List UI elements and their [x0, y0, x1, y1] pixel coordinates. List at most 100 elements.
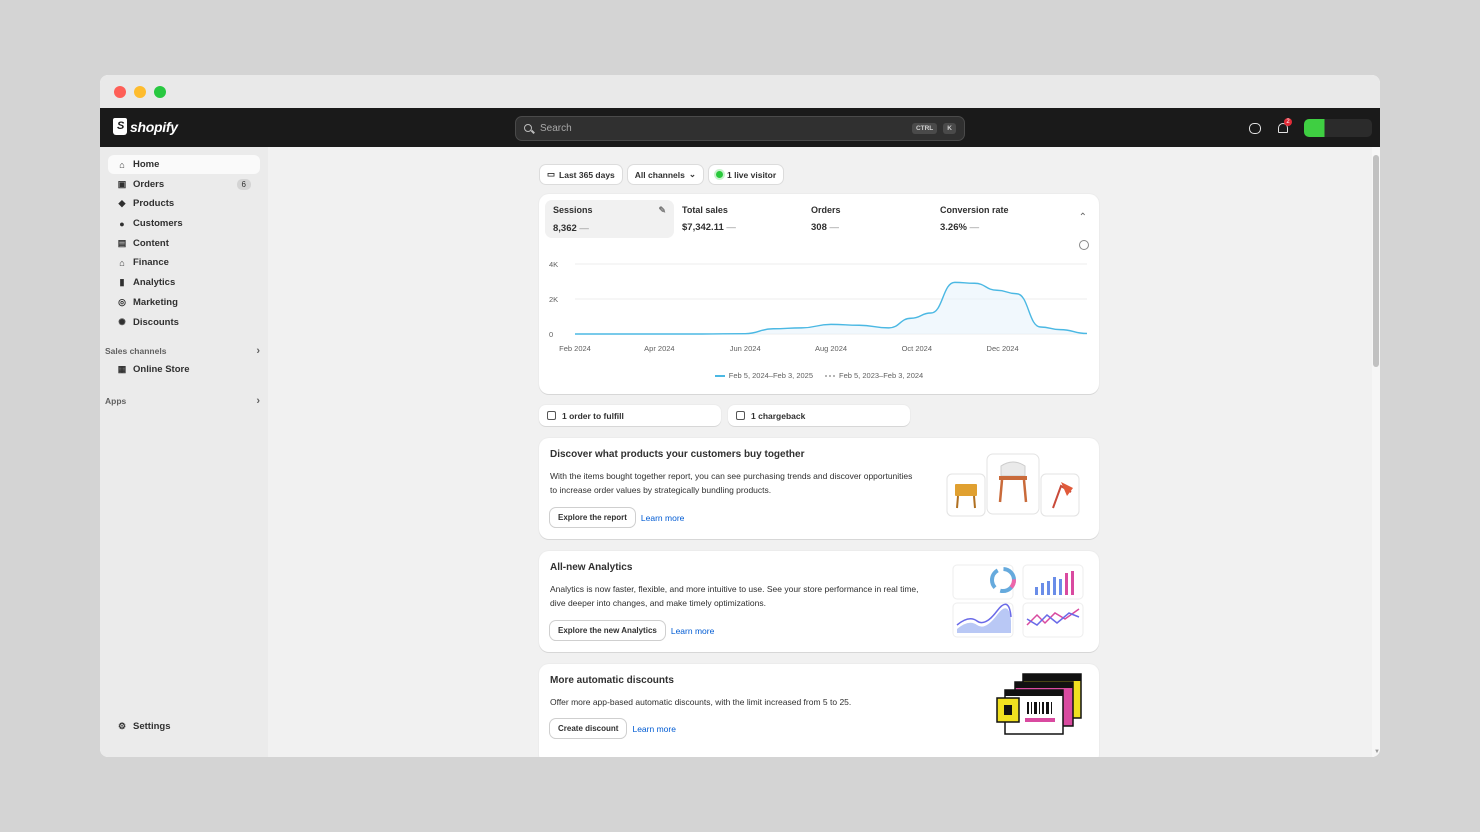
search-bar[interactable]: Search CTRL K — [515, 116, 965, 141]
x-tick-label: Feb 2024 — [559, 344, 591, 353]
metric-value: $7,342.11 — [682, 222, 724, 233]
apps-header[interactable]: Apps › — [105, 392, 260, 410]
sidebar-item-products[interactable]: ◆ Products — [108, 194, 260, 213]
promo-body: Offer more app-based automatic discounts… — [550, 697, 852, 707]
legend-label-previous: Feb 5, 2023–Feb 3, 2024 — [839, 371, 924, 380]
sidebar-item-label: Settings — [133, 721, 171, 732]
store-account-chip[interactable] — [1304, 119, 1372, 137]
sidebar-item-label: Finance — [133, 257, 169, 269]
shopify-logo[interactable]: shopify — [113, 118, 178, 135]
x-tick-label: Dec 2024 — [987, 344, 1019, 353]
x-tick-label: Oct 2024 — [902, 344, 932, 353]
channels-dropdown[interactable]: All channels ⌄ — [627, 165, 703, 184]
task-label: 1 order to fulfill — [562, 410, 624, 421]
sessions-line-chart: 4K 2K 0 Feb 2024 Apr 2024 Jun 2024 Aug 2024 Oct… — [549, 260, 1088, 353]
sidebar-item-orders[interactable]: ▣ Orders 6 — [108, 175, 260, 194]
date-range-label: Last 365 days — [559, 169, 615, 180]
metric-trend: — — [969, 222, 980, 233]
metric-label: Orders — [811, 205, 841, 215]
gear-icon: ⚙ — [117, 721, 127, 731]
date-range-button[interactable]: ▭ Last 365 days — [540, 165, 622, 184]
chargeback-card[interactable]: 1 chargeback — [728, 405, 910, 426]
promo-title: More automatic discounts — [550, 675, 674, 686]
promo-card-automatic-discounts: More automatic discounts Offer more app-… — [539, 664, 1099, 757]
bank-icon: ⌂ — [119, 257, 125, 268]
sidebar-item-analytics[interactable]: ▮ Analytics — [108, 273, 260, 292]
shortcut-key-k: K — [943, 123, 956, 134]
scrollbar-thumb[interactable] — [1373, 155, 1379, 367]
live-status-dot — [716, 171, 723, 178]
sidebar-item-label: Marketing — [133, 296, 178, 308]
legend-current: Feb 5, 2024–Feb 3, 2025 — [714, 371, 813, 380]
close-window-button[interactable] — [114, 86, 126, 98]
content-icon: ▤ — [117, 237, 127, 248]
sidebar-item-content[interactable]: ▤ Content — [108, 234, 260, 253]
metric-total-sales[interactable]: Total sales $7,342.11 — — [674, 200, 803, 238]
orders-to-fulfill-card[interactable]: 1 order to fulfill — [539, 405, 721, 426]
chevron-down-icon: ⌄ — [688, 169, 696, 179]
sidebar-item-settings[interactable]: ⚙ Settings — [108, 717, 260, 736]
metric-label: Conversion rate — [940, 205, 1009, 215]
chevron-right-icon: › — [256, 394, 260, 407]
learn-more-link[interactable]: Learn more — [641, 513, 684, 523]
collapse-chevron-icon[interactable]: ⌃ — [1079, 212, 1087, 223]
sidebar-item-marketing[interactable]: ◎ Marketing — [108, 293, 260, 312]
sidebar-item-home[interactable]: ⌂ Home — [108, 155, 260, 174]
promo-body: With the items bought together report, y… — [550, 471, 913, 495]
learn-more-link[interactable]: Learn more — [632, 724, 675, 734]
sidebar-item-finance[interactable]: ⌂ Finance — [108, 253, 260, 272]
sidebar-item-customers[interactable]: ● Customers — [108, 214, 260, 233]
live-visitor-button[interactable]: 1 live visitor — [709, 165, 784, 184]
legend-label-current: Feb 5, 2024–Feb 3, 2025 — [728, 371, 813, 380]
promo-body: Analytics is now faster, flexible, and m… — [550, 584, 919, 608]
storefront-icon: ▦ — [117, 364, 127, 375]
metric-orders[interactable]: Orders 308 — — [803, 200, 932, 238]
home-icon: ⌂ — [119, 159, 125, 170]
chart-options-icon[interactable] — [1079, 240, 1089, 250]
metric-value: 8,362 — [553, 223, 577, 234]
promo-card-bought-together: Discover what products your customers bu… — [539, 438, 1099, 539]
browser-window: shopify Search CTRL K 2 ⌂ Home ▣ Orders … — [100, 75, 1380, 757]
metric-trend: — — [726, 222, 736, 233]
chevron-right-icon: › — [256, 345, 260, 358]
explore-report-button[interactable]: Explore the report — [550, 508, 635, 527]
notifications-bell-icon[interactable]: 2 — [1276, 118, 1292, 135]
create-discount-button[interactable]: Create discount — [550, 719, 627, 738]
analytics-illustration — [952, 564, 1084, 638]
live-visitor-label: 1 live visitor — [727, 169, 777, 180]
sidebar-item-online-store[interactable]: ▦ Online Store — [108, 360, 260, 379]
shortcut-key-ctrl: CTRL — [911, 123, 938, 134]
sidebar: ⌂ Home ▣ Orders 6 ◆ Products ● Customers… — [100, 147, 268, 757]
chat-icon[interactable] — [1248, 121, 1262, 135]
sales-channels-header[interactable]: Sales channels › — [105, 342, 260, 360]
metric-value: 308 — [811, 222, 827, 233]
main-content: ▭ Last 365 days All channels ⌄ 1 live vi… — [268, 147, 1372, 757]
furniture-illustration — [946, 453, 1080, 517]
edit-pencil-icon[interactable]: ✎ — [658, 205, 666, 216]
x-tick-label: Jun 2024 — [730, 344, 761, 353]
order-box-icon — [547, 411, 556, 420]
notification-badge: 2 — [1284, 118, 1292, 126]
metric-conversion-rate[interactable]: Conversion rate 3.26% — — [932, 200, 1061, 238]
x-tick-label: Aug 2024 — [815, 344, 847, 353]
filter-bar: ▭ Last 365 days All channels ⌄ 1 live vi… — [540, 165, 784, 184]
learn-more-link[interactable]: Learn more — [671, 626, 714, 636]
promo-title: Discover what products your customers bu… — [550, 449, 805, 460]
promo-card-new-analytics: All-new Analytics Analytics is now faste… — [539, 551, 1099, 652]
sidebar-item-discounts[interactable]: ✺ Discounts — [108, 313, 260, 332]
explore-analytics-button[interactable]: Explore the new Analytics — [550, 621, 665, 640]
shopify-bag-icon — [113, 118, 127, 135]
page-scrollbar[interactable]: ▼ — [1372, 147, 1380, 757]
maximize-window-button[interactable] — [154, 86, 166, 98]
series-area-fill — [575, 282, 1087, 334]
metric-sessions[interactable]: Sessions ✎ 8,362 — — [545, 200, 674, 238]
orders-icon: ▣ — [117, 178, 127, 189]
sidebar-item-label: Products — [133, 198, 175, 210]
legend-previous: Feb 5, 2023–Feb 3, 2024 — [825, 371, 923, 380]
minimize-window-button[interactable] — [134, 86, 146, 98]
sales-channels-label: Sales channels — [105, 346, 167, 357]
apps-label: Apps — [105, 395, 127, 406]
scroll-down-arrow-icon[interactable]: ▼ — [1374, 749, 1380, 755]
channels-label: All channels — [634, 169, 685, 180]
sidebar-item-label: Home — [133, 159, 160, 170]
